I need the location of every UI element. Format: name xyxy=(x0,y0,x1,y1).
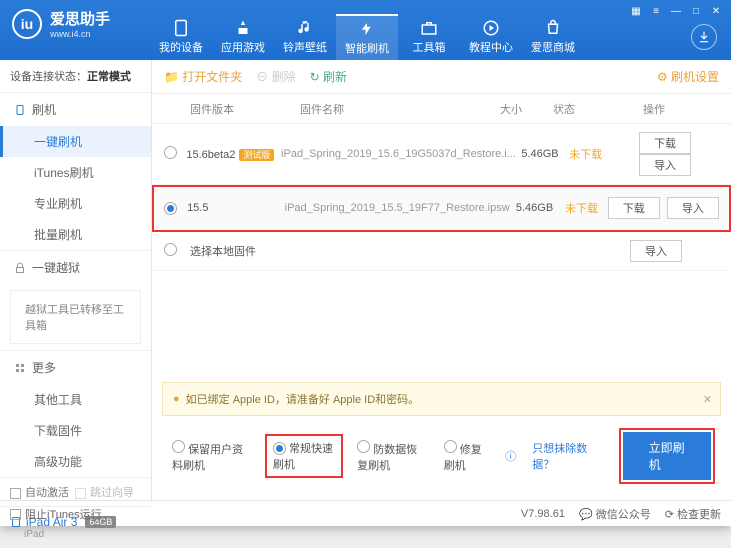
nav-store[interactable]: 爱思商城 xyxy=(522,14,584,60)
download-button[interactable]: 下载 xyxy=(608,197,660,219)
jailbreak-note: 越狱工具已转移至工具箱 xyxy=(10,290,141,344)
row-radio[interactable] xyxy=(164,146,177,159)
sidebar: 设备连接状态：正常模式 刷机 一键刷机 iTunes刷机 专业刷机 批量刷机 一… xyxy=(0,60,152,500)
mode-antirecover[interactable]: 防数据恢复刷机 xyxy=(357,440,428,473)
firmware-row[interactable]: 15.6beta2测试版 iPad_Spring_2019_15.6_19G50… xyxy=(152,124,731,185)
auto-activate-checkbox[interactable]: 自动激活 xyxy=(10,484,69,500)
sidebar-item-oneclick[interactable]: 一键刷机 xyxy=(0,126,151,157)
row-radio[interactable] xyxy=(164,243,177,256)
sidebar-item-othertools[interactable]: 其他工具 xyxy=(0,384,151,415)
sidebar-item-itunes[interactable]: iTunes刷机 xyxy=(0,157,151,188)
sidebar-item-download-fw[interactable]: 下载固件 xyxy=(0,415,151,446)
erase-only-link[interactable]: 只想抹除数据？ xyxy=(532,440,590,472)
app-name: 爱思助手 xyxy=(50,8,110,29)
mode-keep-data[interactable]: 保留用户资料刷机 xyxy=(172,440,251,473)
main-panel: 📁 打开文件夹 ⊖ 删除 ↻ 刷新 ⚙ 刷机设置 固件版本 固件名称 大小 状态… xyxy=(152,60,731,500)
local-firmware-row[interactable]: 选择本地固件 导入 xyxy=(152,232,731,271)
nav-tutorials[interactable]: 教程中心 xyxy=(460,14,522,60)
minimize-icon[interactable]: ― xyxy=(667,4,685,18)
import-button[interactable]: 导入 xyxy=(630,240,682,262)
sidebar-item-batch[interactable]: 批量刷机 xyxy=(0,219,151,250)
nav-apps[interactable]: 应用游戏 xyxy=(212,14,274,60)
nav-flash[interactable]: 智能刷机 xyxy=(336,14,398,60)
mode-repair[interactable]: 修复刷机 xyxy=(444,440,490,473)
wechat-link[interactable]: 💬 微信公众号 xyxy=(579,506,651,522)
import-button[interactable]: 导入 xyxy=(667,197,719,219)
titlebar: iu 爱思助手 www.i4.cn ▦ ≡ ― □ ✕ 我的设备 应用游戏 铃声… xyxy=(0,0,731,60)
sidebar-item-advanced[interactable]: 高级功能 xyxy=(0,446,151,477)
refresh-button[interactable]: ↻ 刷新 xyxy=(310,68,347,85)
tray-icon[interactable]: ≡ xyxy=(647,4,665,18)
logo-icon: iu xyxy=(12,9,42,39)
warning-bar: ● 如已绑定 Apple ID，请准备好 Apple ID和密码。 ✕ xyxy=(162,382,721,416)
app-url: www.i4.cn xyxy=(50,29,110,39)
flash-settings-button[interactable]: ⚙ 刷机设置 xyxy=(657,68,719,85)
delete-button[interactable]: ⊖ 删除 xyxy=(256,68,295,85)
nav-my-device[interactable]: 我的设备 xyxy=(150,14,212,60)
connection-status: 设备连接状态：正常模式 xyxy=(0,60,151,93)
help-icon[interactable]: ⓘ xyxy=(505,448,516,464)
flash-mode-bar: 保留用户资料刷机 常规快速刷机 防数据恢复刷机 修复刷机 ⓘ 只想抹除数据？ 立… xyxy=(162,422,721,490)
check-update-link[interactable]: ⟳ 检查更新 xyxy=(665,506,721,522)
table-header: 固件版本 固件名称 大小 状态 操作 xyxy=(152,94,731,124)
download-button[interactable]: 下载 xyxy=(639,132,691,154)
close-warn-icon[interactable]: ✕ xyxy=(703,393,712,406)
flash-now-button[interactable]: 立即刷机 xyxy=(623,432,711,480)
app-logo: iu 爱思助手 www.i4.cn xyxy=(0,0,122,47)
main-nav: 我的设备 应用游戏 铃声壁纸 智能刷机 工具箱 教程中心 爱思商城 xyxy=(150,14,584,60)
skip-guide-checkbox[interactable]: 跳过向导 xyxy=(75,484,134,500)
sidebar-group-jailbreak[interactable]: 一键越狱 xyxy=(0,251,151,284)
row-radio[interactable] xyxy=(164,202,177,215)
open-folder-button[interactable]: 📁 打开文件夹 xyxy=(164,68,242,85)
nav-ringtones[interactable]: 铃声壁纸 xyxy=(274,14,336,60)
version-label: V7.98.61 xyxy=(521,508,565,520)
import-button[interactable]: 导入 xyxy=(639,154,691,176)
sidebar-group-more[interactable]: 更多 xyxy=(0,351,151,384)
sidebar-group-flash[interactable]: 刷机 xyxy=(0,93,151,126)
mode-quick[interactable]: 常规快速刷机 xyxy=(267,436,341,476)
device-type: iPad xyxy=(10,529,141,540)
warning-icon: ● xyxy=(173,393,180,405)
statusbar: 阻止iTunes运行 V7.98.61 💬 微信公众号 ⟳ 检查更新 xyxy=(0,500,731,526)
sidebar-item-pro[interactable]: 专业刷机 xyxy=(0,188,151,219)
nav-toolbox[interactable]: 工具箱 xyxy=(398,14,460,60)
maximize-icon[interactable]: □ xyxy=(687,4,705,18)
close-icon[interactable]: ✕ xyxy=(707,4,725,18)
download-badge-icon[interactable] xyxy=(691,24,717,50)
menu-icon[interactable]: ▦ xyxy=(627,4,645,18)
block-itunes-checkbox[interactable]: 阻止iTunes运行 xyxy=(10,506,102,522)
firmware-row-selected[interactable]: 15.5 iPad_Spring_2019_15.5_19F77_Restore… xyxy=(152,185,731,232)
